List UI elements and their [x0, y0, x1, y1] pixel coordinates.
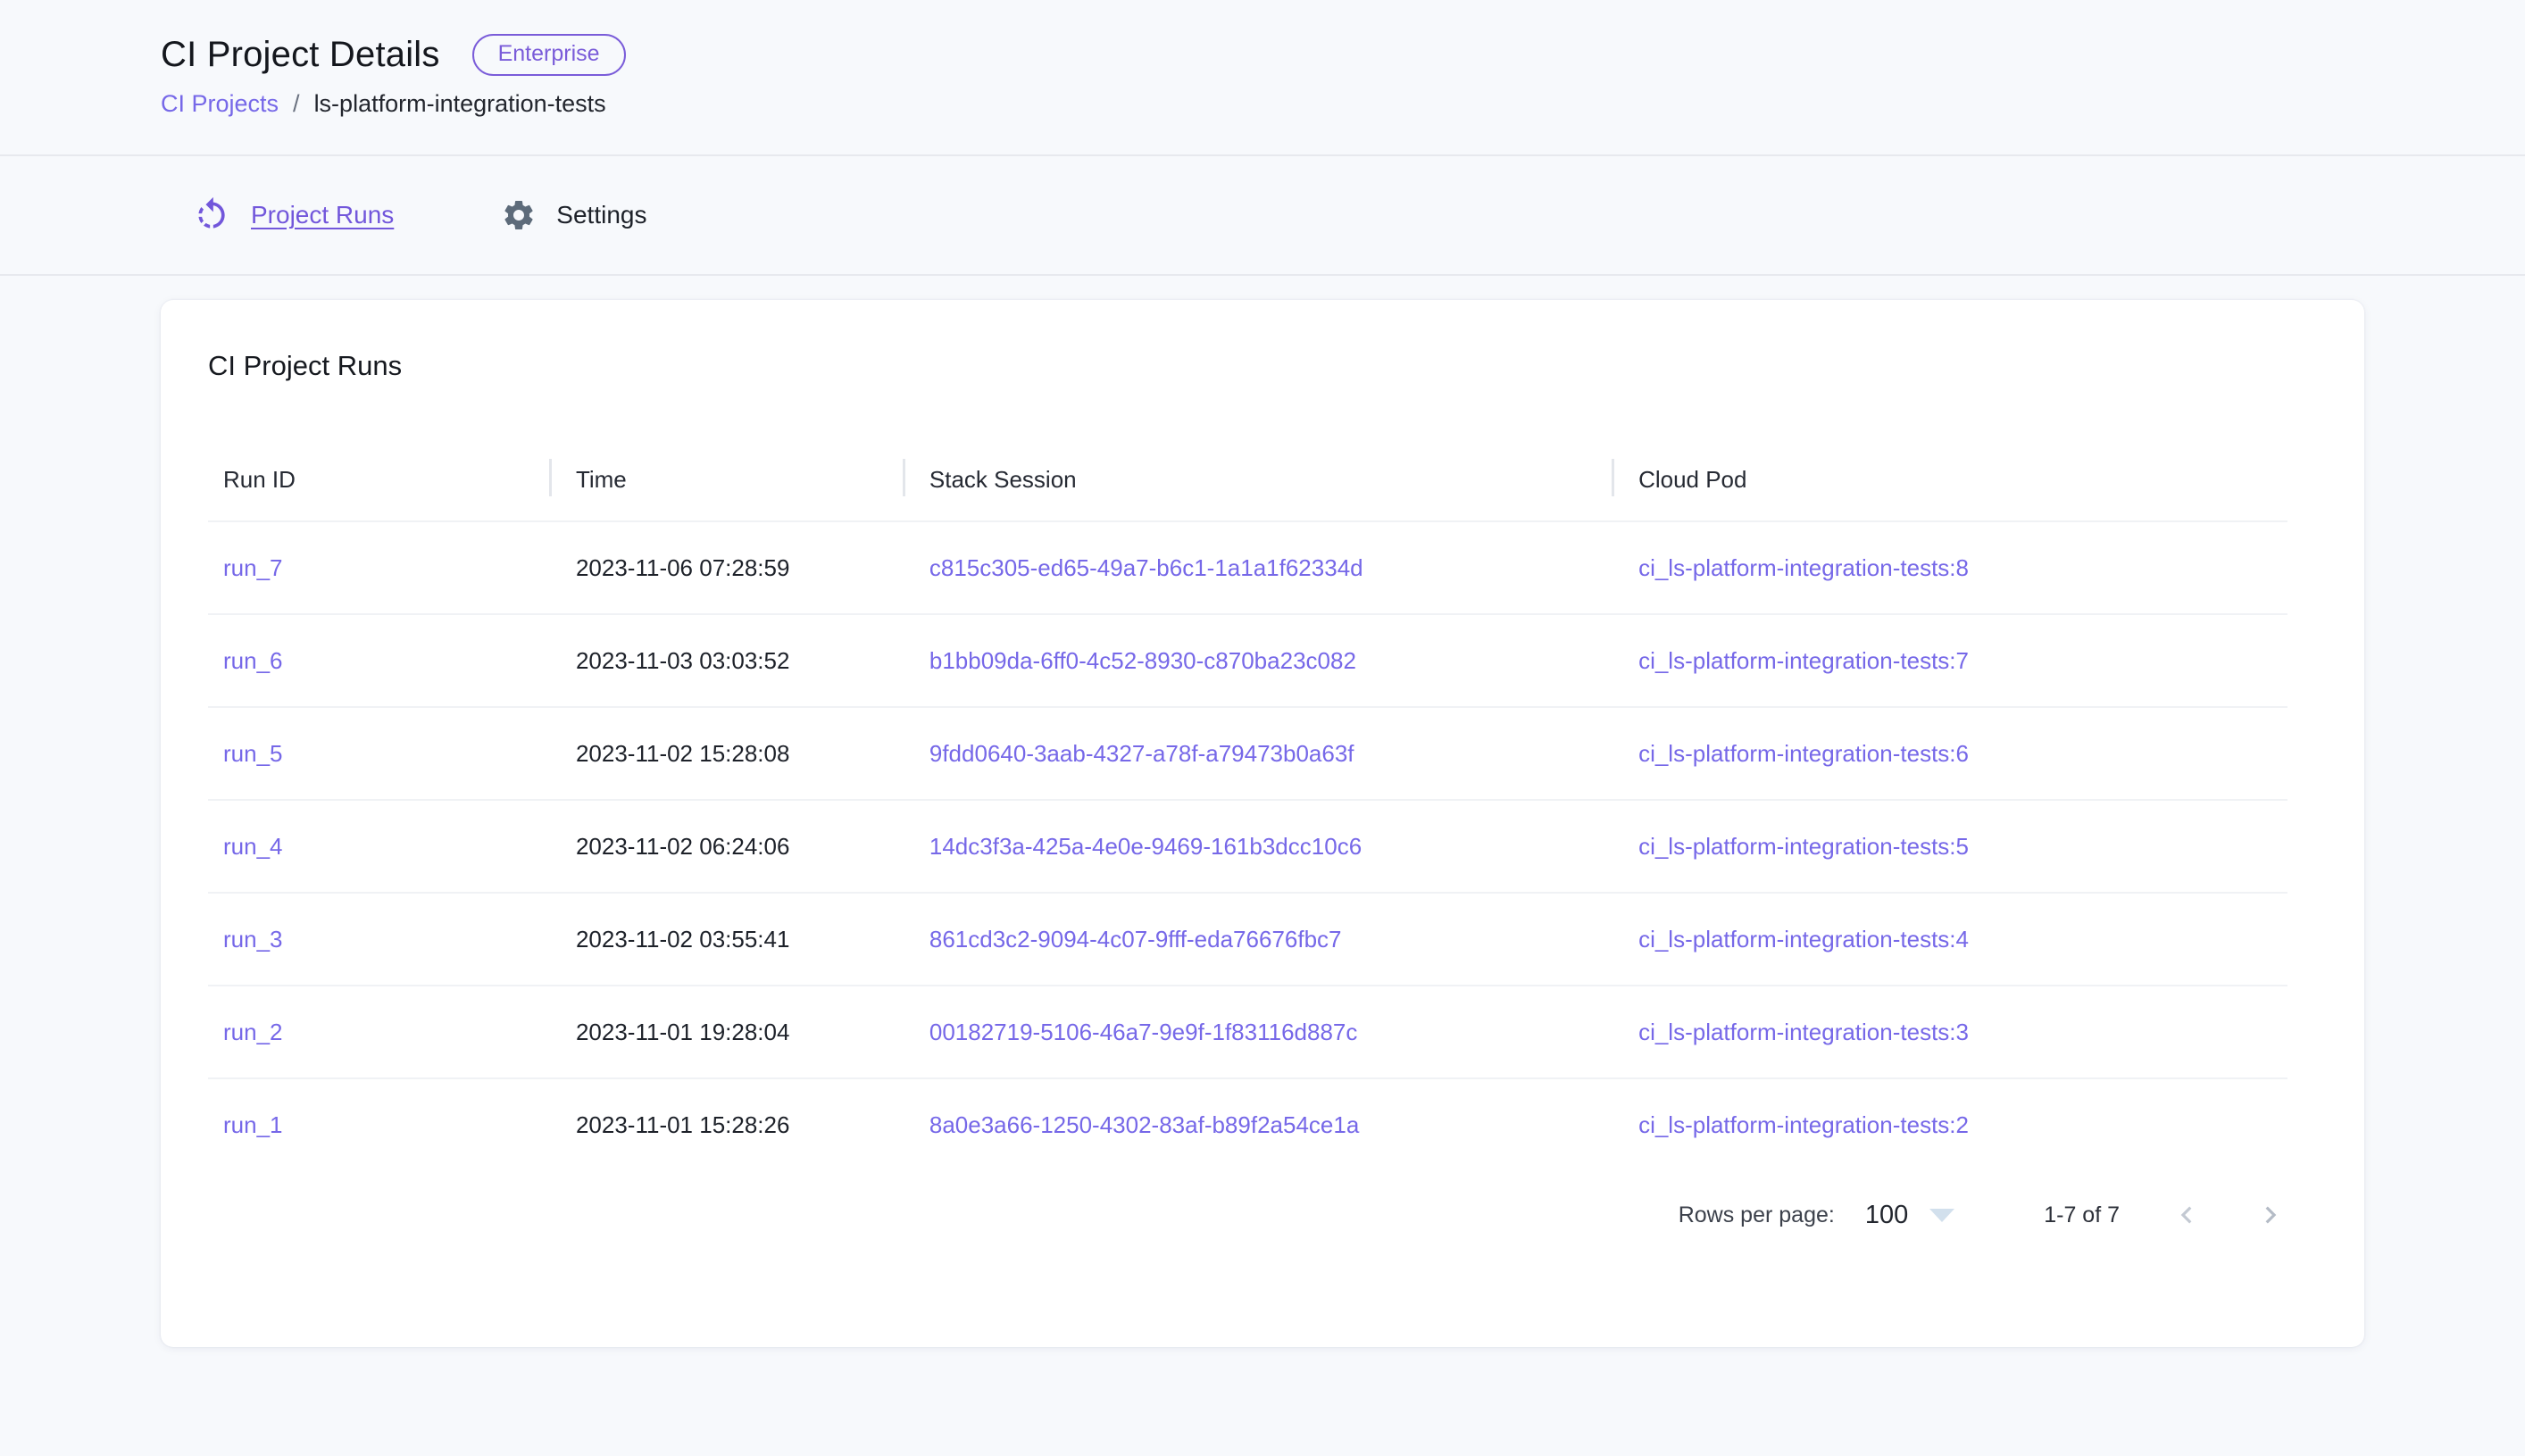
enterprise-badge: Enterprise [472, 34, 626, 76]
runs-table: Run ID Time Stack Session Cloud Pod run_… [208, 457, 2288, 1171]
ci-project-runs-card: CI Project Runs Run ID Time Stack Sessio… [161, 300, 2364, 1347]
time-cell: 2023-11-02 06:24:06 [549, 800, 903, 893]
column-header-stack-session: Stack Session [903, 457, 1612, 521]
main-content: CI Project Runs Run ID Time Stack Sessio… [0, 276, 2525, 1347]
title-row: CI Project Details Enterprise [161, 34, 2364, 76]
breadcrumb-current: ls-platform-integration-tests [314, 90, 606, 118]
run-id-link[interactable]: run_5 [223, 740, 283, 767]
table-row: run_5 2023-11-02 15:28:08 9fdd0640-3aab-… [208, 707, 2288, 800]
history-icon [192, 196, 231, 235]
stack-session-link[interactable]: 14dc3f3a-425a-4e0e-9469-161b3dcc10c6 [929, 833, 1362, 860]
pagination: Rows per page: 100 1-7 of 7 [208, 1198, 2288, 1232]
tab-project-runs-label: Project Runs [251, 201, 394, 229]
run-id-link[interactable]: run_1 [223, 1111, 283, 1138]
breadcrumb-ci-projects-link[interactable]: CI Projects [161, 90, 279, 118]
chevron-right-icon [2254, 1198, 2288, 1232]
tab-settings-label: Settings [556, 201, 646, 229]
breadcrumb-separator: / [293, 90, 300, 118]
table-row: run_2 2023-11-01 19:28:04 00182719-5106-… [208, 986, 2288, 1078]
table-row: run_7 2023-11-06 07:28:59 c815c305-ed65-… [208, 521, 2288, 614]
time-cell: 2023-11-02 15:28:08 [549, 707, 903, 800]
column-header-cloud-pod: Cloud Pod [1612, 457, 2288, 521]
stack-session-link[interactable]: b1bb09da-6ff0-4c52-8930-c870ba23c082 [929, 647, 1356, 674]
rows-per-page-value: 100 [1865, 1201, 1908, 1230]
column-header-run-id: Run ID [208, 457, 549, 521]
column-header-time: Time [549, 457, 903, 521]
run-id-link[interactable]: run_4 [223, 833, 283, 860]
run-id-link[interactable]: run_3 [223, 926, 283, 953]
stack-session-link[interactable]: 00182719-5106-46a7-9e9f-1f83116d887c [929, 1019, 1358, 1045]
dropdown-arrow-icon [1929, 1209, 1954, 1222]
time-cell: 2023-11-03 03:03:52 [549, 614, 903, 707]
stack-session-link[interactable]: c815c305-ed65-49a7-b6c1-1a1a1f62334d [929, 554, 1363, 581]
cloud-pod-link[interactable]: ci_ls-platform-integration-tests:6 [1638, 740, 1969, 767]
cloud-pod-link[interactable]: ci_ls-platform-integration-tests:7 [1638, 647, 1969, 674]
tab-bar: Project Runs Settings [0, 156, 2525, 276]
table-row: run_3 2023-11-02 03:55:41 861cd3c2-9094-… [208, 893, 2288, 986]
table-row: run_6 2023-11-03 03:03:52 b1bb09da-6ff0-… [208, 614, 2288, 707]
tab-project-runs[interactable]: Project Runs [192, 196, 394, 235]
chevron-left-icon [2170, 1198, 2204, 1232]
breadcrumb: CI Projects / ls-platform-integration-te… [161, 90, 2364, 118]
time-cell: 2023-11-06 07:28:59 [549, 521, 903, 614]
tab-settings[interactable]: Settings [501, 197, 646, 233]
gear-icon [501, 197, 537, 233]
rows-per-page-select[interactable]: 100 [1865, 1201, 1954, 1230]
card-title: CI Project Runs [208, 350, 2288, 382]
table-row: run_4 2023-11-02 06:24:06 14dc3f3a-425a-… [208, 800, 2288, 893]
page-header: CI Project Details Enterprise CI Project… [0, 0, 2525, 156]
stack-session-link[interactable]: 8a0e3a66-1250-4302-83af-b89f2a54ce1a [929, 1111, 1359, 1138]
run-id-link[interactable]: run_7 [223, 554, 283, 581]
time-cell: 2023-11-01 19:28:04 [549, 986, 903, 1078]
run-id-link[interactable]: run_6 [223, 647, 283, 674]
rows-per-page-label: Rows per page: [1679, 1202, 1835, 1228]
cloud-pod-link[interactable]: ci_ls-platform-integration-tests:4 [1638, 926, 1969, 953]
cloud-pod-link[interactable]: ci_ls-platform-integration-tests:2 [1638, 1111, 1969, 1138]
cloud-pod-link[interactable]: ci_ls-platform-integration-tests:3 [1638, 1019, 1969, 1045]
table-row: run_1 2023-11-01 15:28:26 8a0e3a66-1250-… [208, 1078, 2288, 1171]
previous-page-button[interactable] [2170, 1198, 2204, 1232]
pagination-range-label: 1-7 of 7 [2044, 1202, 2120, 1228]
page-title: CI Project Details [161, 35, 440, 75]
stack-session-link[interactable]: 861cd3c2-9094-4c07-9fff-eda76676fbc7 [929, 926, 1342, 953]
run-id-link[interactable]: run_2 [223, 1019, 283, 1045]
table-header-row: Run ID Time Stack Session Cloud Pod [208, 457, 2288, 521]
time-cell: 2023-11-01 15:28:26 [549, 1078, 903, 1171]
cloud-pod-link[interactable]: ci_ls-platform-integration-tests:8 [1638, 554, 1969, 581]
cloud-pod-link[interactable]: ci_ls-platform-integration-tests:5 [1638, 833, 1969, 860]
stack-session-link[interactable]: 9fdd0640-3aab-4327-a78f-a79473b0a63f [929, 740, 1354, 767]
time-cell: 2023-11-02 03:55:41 [549, 893, 903, 986]
next-page-button[interactable] [2254, 1198, 2288, 1232]
